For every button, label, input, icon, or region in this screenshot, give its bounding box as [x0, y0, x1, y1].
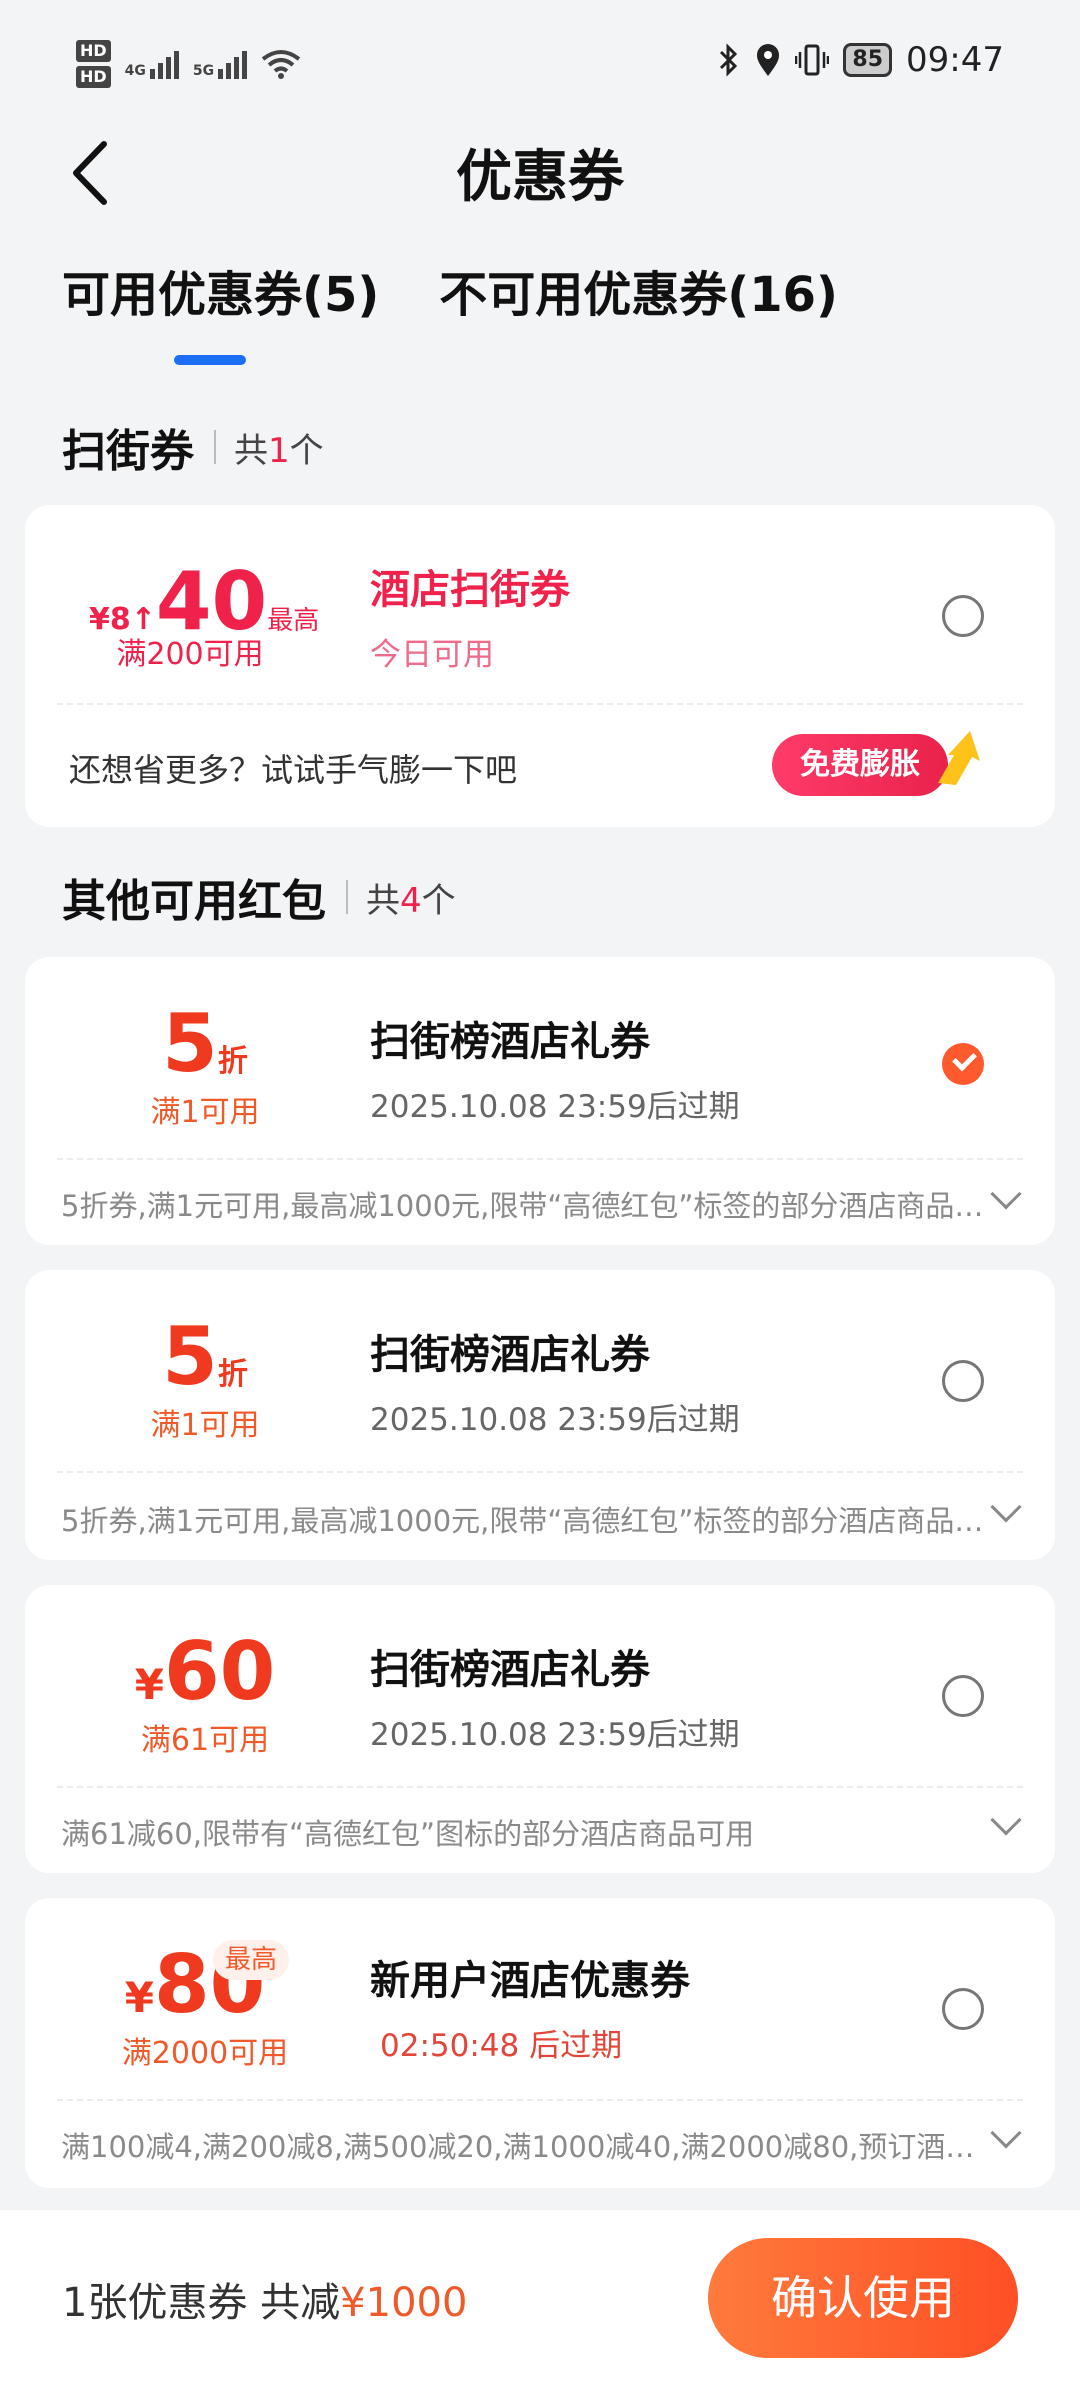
tab-available[interactable]: 可用优惠券(5) [62, 255, 379, 365]
bottom-bar: 1张优惠券 共减¥1000 确认使用 [0, 2210, 1080, 2388]
wifi-icon [261, 50, 301, 79]
coupon-card[interactable]: 5折 满1可用 扫街榜酒店礼券 2025.10.08 23:59后过期 5折券,… [25, 1270, 1055, 1560]
coupon-condition: 满2000可用 [121, 2036, 289, 2071]
select-radio[interactable] [942, 1360, 984, 1402]
divider [346, 880, 348, 914]
page-title: 优惠券 [456, 145, 624, 210]
coupon-amount: 5折 [162, 997, 248, 1090]
divider [57, 1158, 1023, 1160]
boost-arrow-icon [938, 731, 980, 785]
coupon-tabs: 可用优惠券(5) 不可用优惠券(16) [62, 255, 838, 365]
battery-icon: 85 [843, 43, 893, 77]
free-boost-button[interactable]: 免费膨胀 [772, 734, 948, 796]
section-count: 共4个 [366, 880, 456, 921]
coupon-expiry: 2025.10.08 23:59后过期 [370, 1402, 740, 1438]
signal-icon-sim2: 5G [193, 49, 248, 79]
divider [57, 703, 1023, 705]
bluetooth-icon [720, 43, 738, 77]
signal-icon-sim1: 4G [125, 49, 179, 79]
coupon-expiry: 2025.10.08 23:59后过期 [370, 1717, 740, 1753]
tab-unavailable[interactable]: 不可用优惠券(16) [439, 255, 838, 325]
confirm-use-button[interactable]: 确认使用 [708, 2238, 1018, 2358]
section-street-coupon-title: 扫街券 共1个 [62, 415, 324, 479]
coupon-card[interactable]: ¥60 满61可用 扫街榜酒店礼券 2025.10.08 23:59后过期 满6… [25, 1585, 1055, 1873]
coupon-name: 新用户酒店优惠券 [370, 1958, 690, 2004]
clock: 09:47 [906, 40, 1004, 80]
divider [57, 1471, 1023, 1473]
section-count: 共1个 [234, 430, 324, 471]
hd-indicator: HD HD [76, 40, 111, 88]
coupon-amount: ¥60 [134, 1625, 276, 1718]
status-bar: HD HD 4G 5G 85 09:47 [0, 0, 1080, 130]
select-radio-checked[interactable] [942, 1043, 984, 1085]
coupon-description: 5折券,满1元可用,最高减1000元,限带“高德红包”标签的部分酒店商品可用 [61, 1504, 1001, 1538]
coupon-card[interactable]: 5折 满1可用 扫街榜酒店礼券 2025.10.08 23:59后过期 5折券,… [25, 957, 1055, 1245]
coupon-description: 满61减60,限带有“高德红包”图标的部分酒店商品可用 [61, 1817, 755, 1851]
max-badge: 最高 [213, 1940, 290, 1980]
coupon-name: 扫街榜酒店礼券 [370, 1019, 650, 1065]
select-radio[interactable] [942, 1988, 984, 2030]
coupon-condition: 满1可用 [150, 1095, 260, 1130]
coupon-amount: 5折 [162, 1310, 248, 1403]
divider [57, 1786, 1023, 1788]
coupon-countdown: 02:50:48 后过期 [380, 2028, 623, 2064]
coupon-name: 酒店扫街券 [370, 567, 570, 613]
coupon-condition: 满1可用 [150, 1408, 260, 1443]
section-other-coupons-title: 其他可用红包 共4个 [62, 865, 456, 929]
coupon-card[interactable]: ¥80 最高 满2000可用 新用户酒店优惠券 02:50:48 后过期 满10… [25, 1898, 1055, 2188]
select-radio[interactable] [942, 1675, 984, 1717]
location-icon [757, 44, 780, 76]
header: 优惠券 [0, 120, 1080, 220]
coupon-availability: 今日可用 [370, 637, 494, 673]
coupon-condition: 满200可用 [116, 637, 264, 672]
vibrate-icon [795, 44, 830, 76]
select-radio[interactable] [942, 595, 984, 637]
discount-summary: 1张优惠券 共减¥1000 [62, 2280, 468, 2326]
promo-text: 还想省更多？试试手气膨一下吧 [69, 751, 518, 789]
coupon-expiry: 2025.10.08 23:59后过期 [370, 1089, 740, 1125]
coupon-condition: 满61可用 [140, 1723, 270, 1758]
street-coupon-card[interactable]: ¥8↑40最高 满200可用 酒店扫街券 今日可用 还想省更多？试试手气膨一下吧… [25, 505, 1055, 827]
coupon-name: 扫街榜酒店礼券 [370, 1647, 650, 1693]
coupon-description: 满100减4,满200减8,满500减20,满1000减40,满2000减80,… [61, 2130, 1001, 2164]
divider [214, 430, 216, 464]
divider [57, 2099, 1023, 2101]
coupon-description: 5折券,满1元可用,最高减1000元,限带“高德红包”标签的部分酒店商品可用 [61, 1189, 1001, 1223]
coupon-name: 扫街榜酒店礼券 [370, 1332, 650, 1378]
